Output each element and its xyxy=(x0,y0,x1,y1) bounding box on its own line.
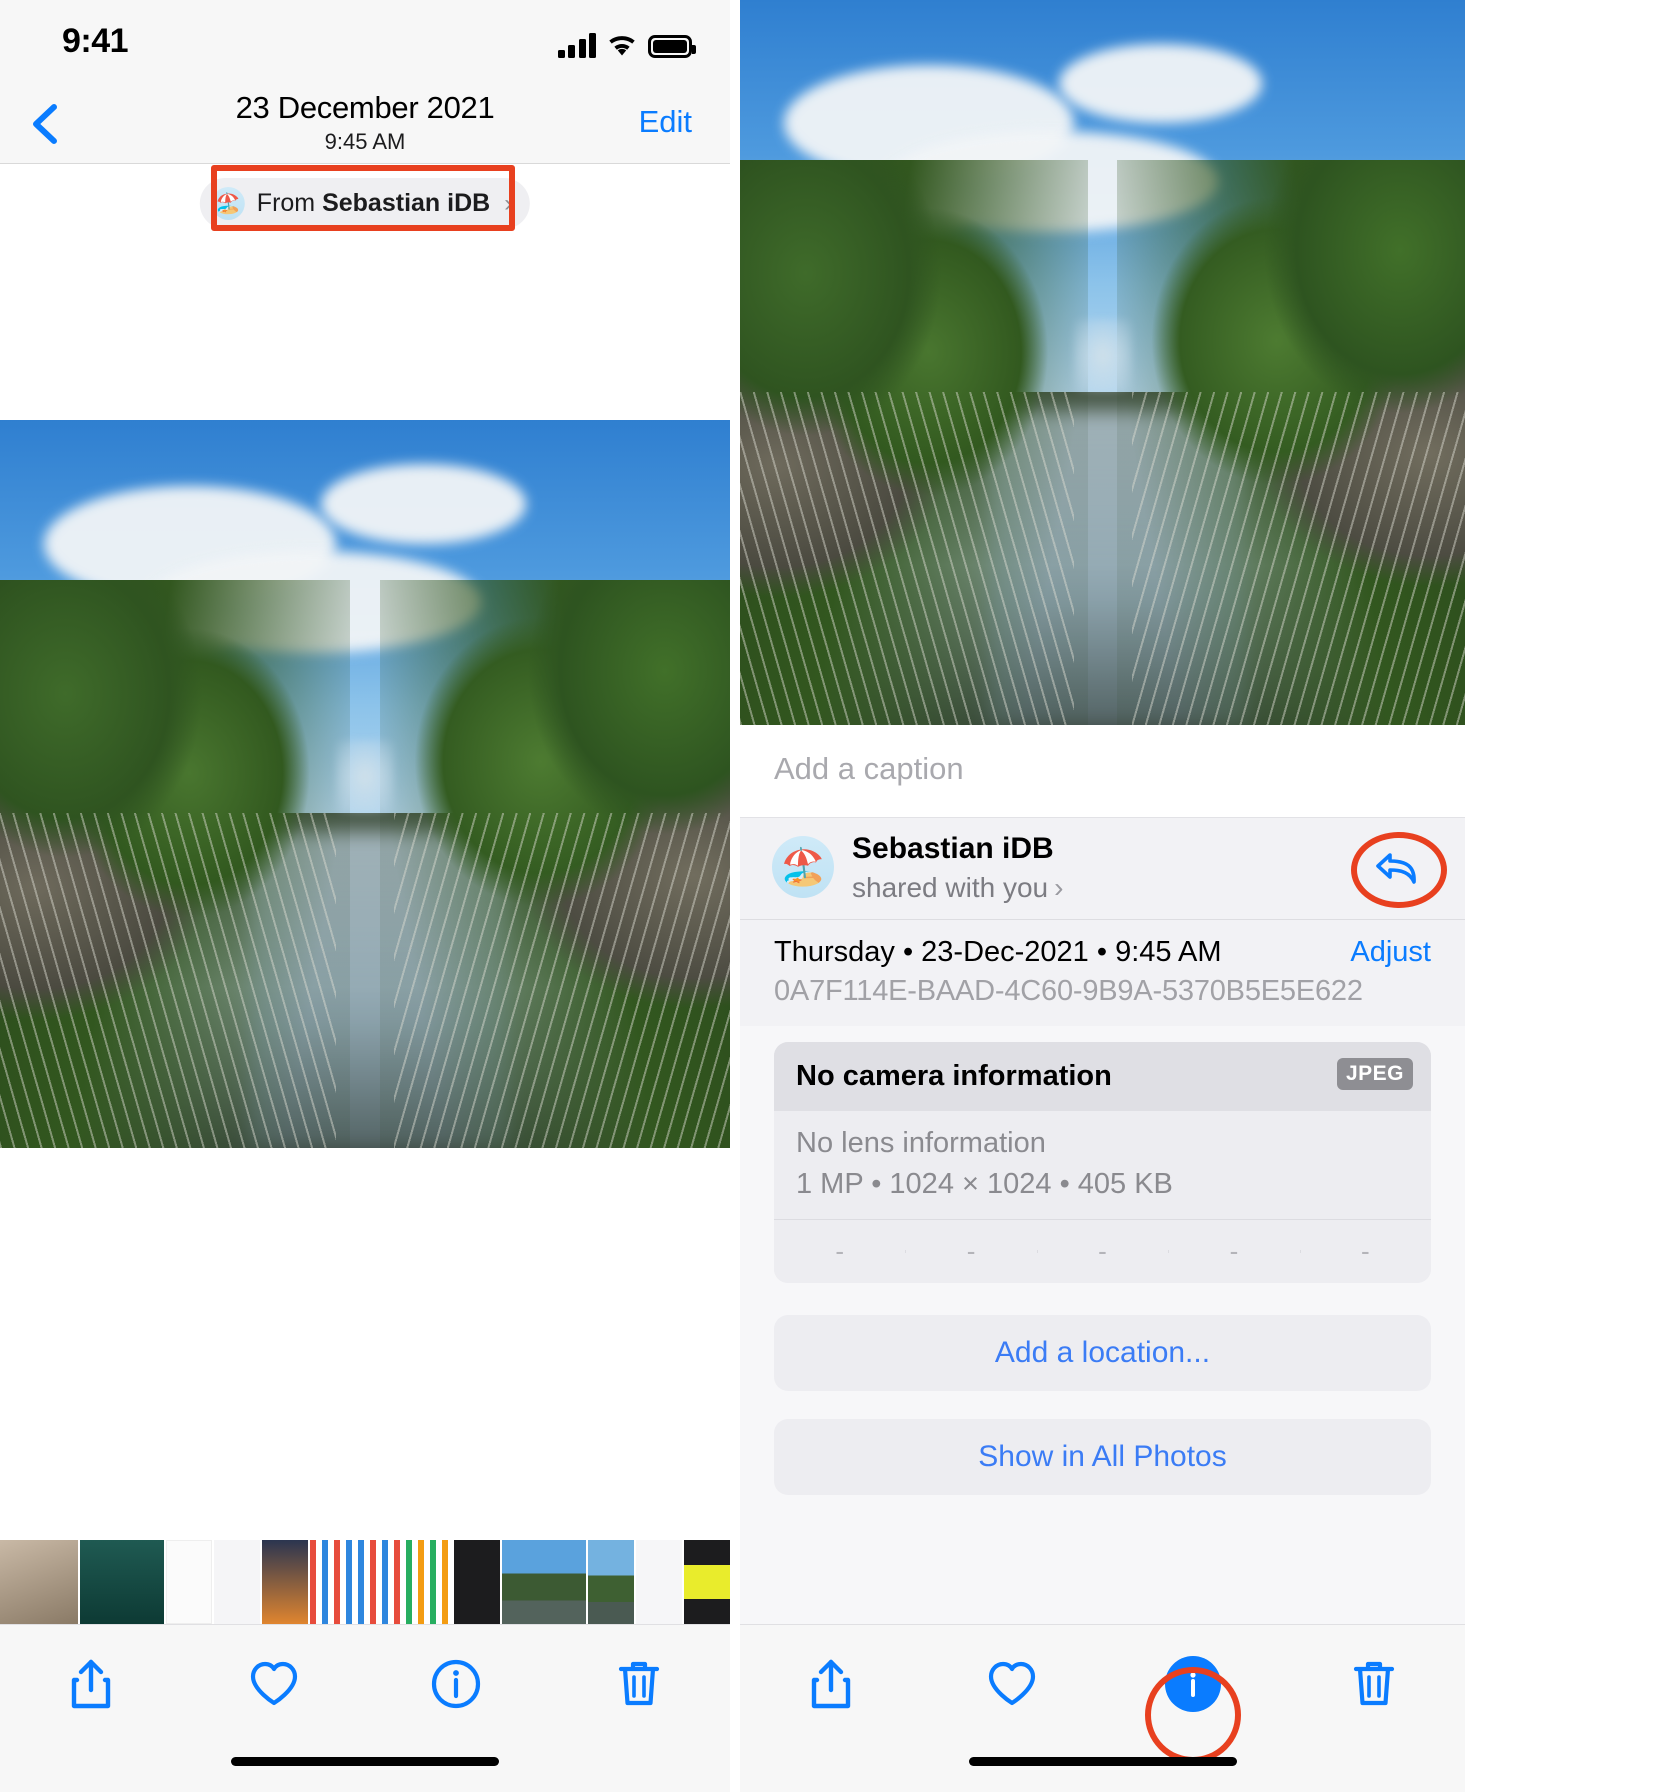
edit-button[interactable]: Edit xyxy=(639,104,692,140)
add-location-label: Add a location... xyxy=(994,1336,1211,1369)
shared-with-you-row[interactable]: 🏖️ Sebastian iDB shared with you › xyxy=(740,817,1465,919)
exif-cell: - xyxy=(1036,1236,1168,1267)
from-sender-chip[interactable]: 🏖️ From Sebastian iDB › xyxy=(199,178,531,229)
right-phone-panel: Add a caption 🏖️ Sebastian iDB shared wi… xyxy=(740,0,1465,1792)
asset-uuid: 0A7F114E-BAAD-4C60-9B9A-5370B5E5E622 xyxy=(774,975,1363,1007)
reply-arrow-icon xyxy=(1376,853,1416,884)
camera-info-body: No lens information 1 MP • 1024 × 1024 •… xyxy=(774,1111,1431,1219)
info-circle-icon xyxy=(432,1659,481,1709)
delete-button[interactable] xyxy=(548,1658,731,1710)
bottom-toolbar-right xyxy=(740,1624,1465,1792)
list-item[interactable] xyxy=(684,1540,730,1624)
favorite-button[interactable] xyxy=(183,1660,366,1708)
page-title: 23 December 2021 xyxy=(235,90,495,125)
list-item[interactable] xyxy=(262,1540,308,1624)
exif-cell: - xyxy=(1168,1236,1299,1267)
status-badge: JPEG xyxy=(1336,1058,1413,1090)
lens-info: No lens information xyxy=(796,1127,1046,1159)
caption-input[interactable]: Add a caption xyxy=(774,751,964,787)
left-phone-panel: 9:41 23 December 2021 9:45 AM Edit 🏖️ Fr… xyxy=(0,0,730,1792)
photo-viewer-left[interactable] xyxy=(0,420,730,1148)
heart-icon xyxy=(988,1661,1035,1706)
beach-umbrella-avatar-icon: 🏖️ xyxy=(772,836,834,898)
list-item[interactable] xyxy=(454,1540,500,1624)
camera-info-title: No camera information xyxy=(796,1060,1112,1092)
beach-umbrella-avatar-icon: 🏖️ xyxy=(211,187,245,220)
list-item[interactable] xyxy=(310,1540,356,1624)
shared-with-you-label: shared with you › xyxy=(852,872,1064,903)
info-button[interactable] xyxy=(1103,1656,1284,1763)
add-location-button[interactable]: Add a location... xyxy=(774,1315,1431,1391)
share-button[interactable] xyxy=(0,1658,183,1710)
camera-info-header: No camera information JPEG xyxy=(774,1042,1431,1111)
reply-button[interactable] xyxy=(1369,840,1425,896)
info-circle-icon[interactable] xyxy=(1165,1656,1222,1712)
status-bar-icons xyxy=(557,26,696,58)
list-item[interactable] xyxy=(502,1540,586,1624)
from-prefix: From xyxy=(256,189,323,217)
from-sender-name: Sebastian iDB xyxy=(322,189,491,217)
home-indicator xyxy=(968,1757,1237,1766)
from-chip-area: 🏖️ From Sebastian iDB › xyxy=(0,164,730,248)
share-icon xyxy=(811,1659,850,1709)
trash-icon xyxy=(618,1661,659,1706)
photo-viewer-right[interactable] xyxy=(740,0,1465,725)
show-in-all-photos-button[interactable]: Show in All Photos xyxy=(774,1419,1431,1495)
list-item[interactable] xyxy=(406,1540,452,1624)
screenshot-stage: 9:41 23 December 2021 9:45 AM Edit 🏖️ Fr… xyxy=(0,0,1665,1792)
share-icon xyxy=(72,1659,111,1709)
favorite-button[interactable] xyxy=(921,1660,1102,1708)
status-bar-time: 9:41 xyxy=(62,22,129,60)
adjust-button[interactable]: Adjust xyxy=(1350,936,1431,969)
share-button[interactable] xyxy=(740,1658,921,1710)
exif-cell: - xyxy=(1299,1236,1431,1267)
mangrove-photo xyxy=(0,420,730,1148)
caption-row[interactable]: Add a caption xyxy=(740,725,1465,817)
status-bar: 9:41 xyxy=(0,0,730,86)
heart-icon xyxy=(250,1661,297,1706)
camera-info-card: No camera information JPEG No lens infor… xyxy=(774,1042,1431,1283)
capture-date: Thursday • 23-Dec-2021 • 9:45 AM xyxy=(774,936,1222,968)
trash-icon xyxy=(1354,1661,1395,1706)
home-indicator xyxy=(231,1757,499,1766)
list-item[interactable] xyxy=(80,1540,164,1624)
wifi-icon xyxy=(607,34,637,58)
thumbnail-filmstrip[interactable] xyxy=(0,1540,730,1624)
list-item[interactable] xyxy=(636,1540,682,1624)
file-details: 1 MP • 1024 × 1024 • 405 KB xyxy=(796,1168,1173,1200)
chevron-right-icon: › xyxy=(504,189,513,217)
delete-button[interactable] xyxy=(1284,1658,1465,1710)
list-item[interactable] xyxy=(0,1540,78,1624)
signal-bars-icon xyxy=(557,32,596,58)
list-item[interactable] xyxy=(588,1540,634,1624)
exif-cell: - xyxy=(905,1236,1036,1267)
list-item[interactable] xyxy=(358,1540,404,1624)
navigation-bar: 23 December 2021 9:45 AM Edit xyxy=(0,86,730,164)
exif-values-row: - - - - - xyxy=(774,1219,1431,1283)
show-in-all-photos-label: Show in All Photos xyxy=(978,1440,1227,1473)
page-subtitle: 9:45 AM xyxy=(324,129,406,154)
exif-cell: - xyxy=(835,1236,845,1266)
list-item[interactable] xyxy=(214,1540,260,1624)
battery-full-icon xyxy=(648,35,696,58)
from-chip-label: From Sebastian iDB xyxy=(257,189,490,218)
nav-title-block: 23 December 2021 9:45 AM xyxy=(0,88,730,156)
list-item[interactable] xyxy=(166,1540,212,1624)
sender-name: Sebastian iDB xyxy=(852,832,1054,865)
chevron-right-icon: › xyxy=(1054,872,1064,903)
info-button[interactable] xyxy=(365,1659,548,1709)
metadata-block: Thursday • 23-Dec-2021 • 9:45 AM 0A7F114… xyxy=(740,919,1465,1026)
bottom-toolbar-left xyxy=(0,1624,730,1792)
mangrove-photo xyxy=(740,0,1465,725)
